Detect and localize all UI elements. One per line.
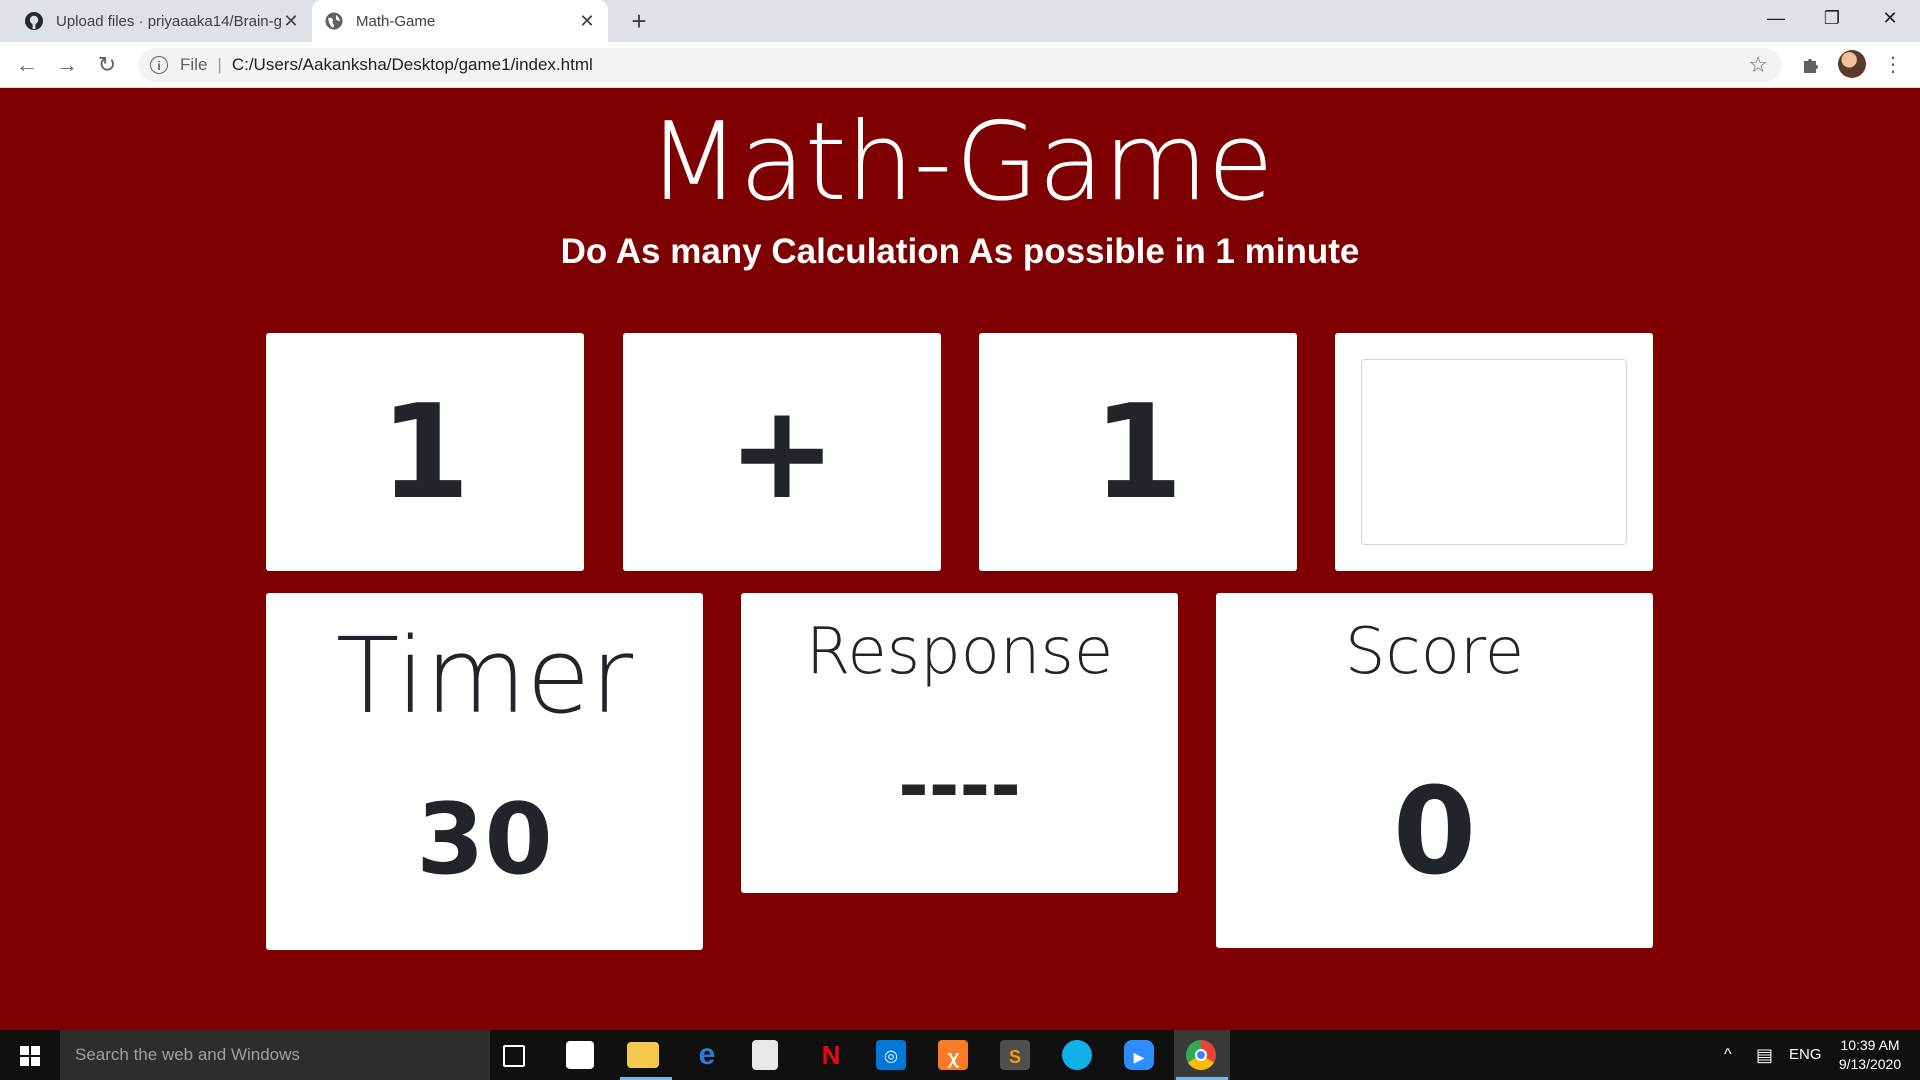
minimize-icon[interactable]: — (1748, 0, 1804, 38)
timer-label: Timer (335, 615, 634, 737)
python-icon[interactable] (752, 1040, 778, 1070)
tab-title: Upload files · priyaaaka14/Brain-game (56, 12, 282, 30)
tab-github-upload[interactable]: Upload files · priyaaaka14/Brain-game ✕ (12, 0, 312, 42)
page-content: Math-Game Do As many Calculation As poss… (0, 88, 1920, 1030)
browser-tab-bar: Upload files · priyaaaka14/Brain-game ✕ … (0, 0, 1920, 42)
address-scheme: File (180, 55, 208, 74)
operator-card: + (623, 333, 941, 571)
address-separator: | (217, 55, 222, 74)
operand2-card: 1 (979, 333, 1297, 571)
clock-time: 10:39 AM (1840, 1037, 1900, 1053)
zoom-icon[interactable]: ▶ (1124, 1040, 1154, 1070)
xampp-icon[interactable]: ꭓ (938, 1040, 968, 1070)
globe-icon (325, 12, 343, 30)
response-value: ---- (898, 743, 1021, 829)
forward-arrow-icon[interactable]: → (52, 50, 82, 80)
taskbar-search-box[interactable]: Search the web and Windows (60, 1030, 490, 1080)
answer-input[interactable] (1361, 359, 1627, 545)
response-label: Response (805, 615, 1114, 689)
operand1-value: 1 (379, 376, 471, 528)
browser-toolbar: ← → ↻ i File | C:/Users/Aakanksha/Deskto… (0, 42, 1920, 88)
timer-card: Timer 30 (266, 593, 703, 950)
close-tab-icon[interactable]: ✕ (282, 11, 300, 32)
windows-start-icon[interactable] (0, 1030, 60, 1080)
chrome-icon[interactable] (1186, 1040, 1216, 1070)
score-value: 0 (1392, 763, 1477, 902)
language-indicator[interactable]: ENG (1789, 1030, 1822, 1080)
sublime-text-icon[interactable]: S (1000, 1040, 1030, 1070)
back-arrow-icon[interactable]: ← (12, 50, 42, 80)
github-icon (25, 12, 43, 30)
page-subtitle: Do As many Calculation As possible in 1 … (560, 232, 1360, 271)
camera-icon[interactable]: ◎ (876, 1040, 906, 1070)
windows-taskbar: Search the web and Windows e N ◎ ꭓ S ▶ ^… (0, 1030, 1920, 1080)
reload-icon[interactable]: ↻ (92, 50, 122, 80)
answer-card (1335, 333, 1653, 571)
score-card: Score 0 (1216, 593, 1653, 948)
photos-icon[interactable] (1062, 1040, 1092, 1070)
info-icon[interactable]: i (150, 56, 168, 74)
file-explorer-icon[interactable] (627, 1042, 659, 1068)
address-bar[interactable]: i File | C:/Users/Aakanksha/Desktop/game… (138, 48, 1782, 82)
tab-math-game[interactable]: Math-Game ✕ (312, 0, 608, 42)
close-window-icon[interactable]: ✕ (1862, 0, 1918, 38)
operand1-card: 1 (266, 333, 584, 571)
clock-date: 9/13/2020 (1838, 1056, 1902, 1072)
chrome-menu-icon[interactable]: ⋮ (1878, 50, 1908, 80)
system-clock[interactable]: 10:39 AM 9/13/2020 (1820, 1036, 1920, 1074)
profile-avatar[interactable] (1838, 50, 1866, 78)
score-label: Score (1344, 615, 1525, 689)
bookmark-star-icon[interactable]: ☆ (1748, 52, 1768, 78)
tab-title: Math-Game (356, 12, 436, 30)
close-tab-icon[interactable]: ✕ (578, 11, 596, 32)
show-hidden-icons-icon[interactable]: ^ (1724, 1030, 1732, 1080)
notifications-icon[interactable]: ▤ (1756, 1030, 1773, 1080)
new-tab-button[interactable]: + (624, 6, 654, 36)
operand2-value: 1 (1092, 376, 1184, 528)
extensions-puzzle-icon[interactable] (1796, 50, 1826, 80)
store-icon[interactable] (566, 1041, 594, 1069)
address-url[interactable]: C:/Users/Aakanksha/Desktop/game1/index.h… (232, 55, 593, 75)
netflix-icon[interactable]: N (814, 1038, 848, 1072)
page-title: Math-Game (647, 100, 1274, 225)
restore-icon[interactable]: ❐ (1804, 0, 1860, 38)
timer-value: 30 (416, 783, 553, 897)
task-view-icon[interactable] (503, 1045, 525, 1067)
operator-value: + (727, 376, 837, 528)
response-card: Response ---- (741, 593, 1178, 893)
edge-icon[interactable]: e (690, 1038, 724, 1072)
